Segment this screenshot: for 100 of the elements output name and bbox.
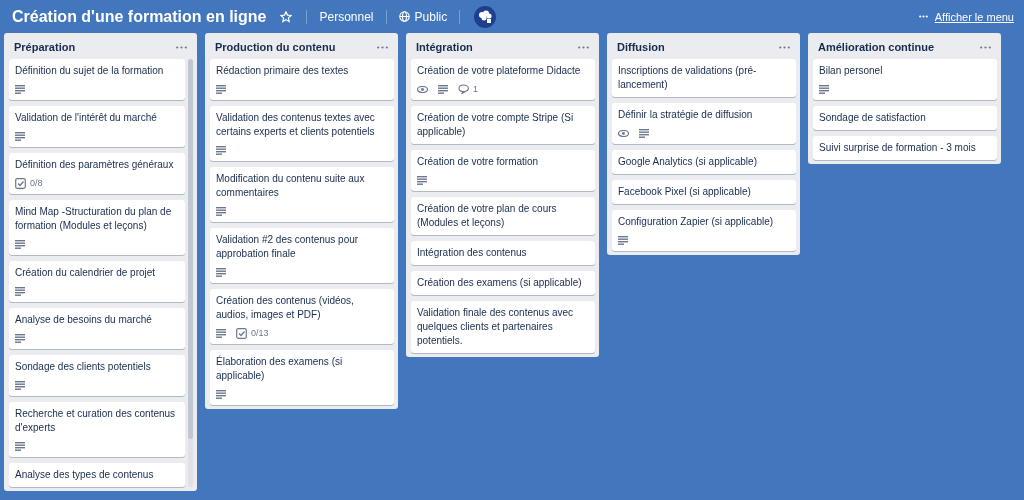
task-card[interactable]: Définition du sujet de la formation <box>9 59 185 100</box>
card-title: Création de votre plateforme Didacte <box>417 64 582 78</box>
task-card[interactable]: Recherche et curation des contenus d'experts <box>9 402 185 457</box>
card-title: Mind Map -Structuration du plan de formation (Modules et leçons) <box>15 205 173 233</box>
task-card[interactable]: Création de votre plateforme Didacte 1 <box>411 59 595 100</box>
description-icon <box>216 84 226 94</box>
description-icon <box>216 145 226 155</box>
task-card[interactable]: Rédaction primaire des textes <box>210 59 394 100</box>
card-title: Bilan personel <box>819 64 884 78</box>
card-title: Création de votre compte Stripe (Si applicable) <box>417 111 575 139</box>
task-card[interactable]: Analyse des types de contenus <box>9 463 185 487</box>
card-title: Création de votre formation <box>417 155 540 169</box>
more-icon[interactable] <box>377 45 388 49</box>
card-title: Validation #2 des contenus pour approbation finale <box>216 233 360 261</box>
star-outline-icon[interactable] <box>280 10 293 23</box>
card-title: Sondage des clients potentiels <box>15 360 152 374</box>
description-icon <box>15 286 25 296</box>
task-card[interactable]: Validation #2 des contenus pour approbation finale <box>210 228 394 283</box>
checklist-count: 0/8 <box>30 178 43 188</box>
description-icon <box>216 267 226 277</box>
task-card[interactable]: Modification du contenu suite aux commentaires <box>210 167 394 222</box>
task-card[interactable]: Inscriptions de validations (pré-lancement) <box>612 59 796 97</box>
task-card[interactable]: Intégration des contenus <box>411 241 595 265</box>
card-title: Intégration des contenus <box>417 246 528 260</box>
card-title: Suivi surprise de formation - 3 mois <box>819 141 977 155</box>
task-card[interactable]: Validation des contenus textes avec certains experts et clients potentiels <box>210 106 394 161</box>
card-title: Définition des paramètres généraux <box>15 158 175 172</box>
list-title[interactable]: Amélioration continue <box>818 41 935 53</box>
task-card[interactable]: Sondage des clients potentiels <box>9 355 185 396</box>
card-title: Définir la stratégie de diffusion <box>618 108 754 122</box>
checklist-icon <box>236 327 247 339</box>
eye-icon <box>417 85 428 93</box>
card-title: Définition du sujet de la formation <box>15 64 165 78</box>
task-card[interactable]: Création de votre formation <box>411 150 595 191</box>
description-icon <box>15 380 25 390</box>
visibility-button[interactable]: Public <box>392 7 454 26</box>
description-icon <box>15 84 25 94</box>
task-card[interactable]: Sondage de satisfaction <box>813 106 997 130</box>
description-icon <box>15 441 25 451</box>
task-card[interactable]: Création des contenus (vidéos, audios, images et PDF) 0/13 <box>210 289 394 344</box>
card-title: Création des examens (si applicable) <box>417 276 583 290</box>
task-card[interactable]: Validation de l'intérêt du marché <box>9 106 185 147</box>
list-title[interactable]: Intégration <box>416 41 473 53</box>
card-title: Sondage de satisfaction <box>819 111 927 125</box>
comment-count: 1 <box>473 84 478 94</box>
eye-icon <box>618 129 629 137</box>
task-card[interactable]: Google Analytics (si applicable) <box>612 150 796 174</box>
task-card[interactable]: Création des examens (si applicable) <box>411 271 595 295</box>
task-card[interactable]: Création du calendrier de projet <box>9 261 185 302</box>
card-title: Validation finale des contenus avec quelques clients et partenaires potentiels. <box>417 306 575 348</box>
avatar-icon[interactable] <box>474 5 497 28</box>
card-title: Validation des contenus textes avec certains experts et clients potentiels <box>216 111 376 139</box>
comment-icon <box>458 84 469 94</box>
task-card[interactable]: Analyse de besoins du marché <box>9 308 185 349</box>
task-card[interactable]: Validation finale des contenus avec quelques clients et partenaires potentiels. <box>411 301 595 353</box>
card-title: Analyse des types de contenus <box>15 468 155 482</box>
description-icon <box>639 128 649 138</box>
description-icon <box>15 131 25 141</box>
card-title: Facebook Pixel (si applicable) <box>618 185 752 199</box>
card-title: Élaboration des examens (si applicable) <box>216 355 344 383</box>
more-icon[interactable] <box>779 45 790 49</box>
task-card[interactable]: Définir la stratégie de diffusion <box>612 103 796 144</box>
task-card[interactable]: Bilan personel <box>813 59 997 100</box>
task-card[interactable]: Création de votre compte Stripe (Si applicable) <box>411 106 595 144</box>
description-icon <box>15 333 25 343</box>
task-card[interactable]: Facebook Pixel (si applicable) <box>612 180 796 204</box>
more-icon <box>918 15 928 18</box>
description-icon <box>216 206 226 216</box>
description-icon <box>819 84 829 94</box>
description-icon <box>15 239 25 249</box>
card-title: Analyse de besoins du marché <box>15 313 153 327</box>
task-card[interactable]: Élaboration des examens (si applicable) <box>210 350 394 405</box>
team-button[interactable]: Personnel <box>313 7 380 26</box>
more-icon[interactable] <box>578 45 589 49</box>
task-card[interactable]: Définition des paramètres généraux 0/8 <box>9 153 185 194</box>
card-title: Rédaction primaire des textes <box>216 64 350 78</box>
description-icon <box>216 389 226 399</box>
card-title: Recherche et curation des contenus d'experts <box>15 407 177 435</box>
show-menu-link[interactable]: Afficher le menu <box>934 10 1014 23</box>
card-title: Création du calendrier de projet <box>15 266 157 280</box>
task-card[interactable]: Mind Map -Structuration du plan de formation (Modules et leçons) <box>9 200 185 255</box>
more-icon[interactable] <box>176 45 187 49</box>
card-title: Google Analytics (si applicable) <box>618 155 758 169</box>
list-title[interactable]: Diffusion <box>617 41 665 53</box>
task-card[interactable]: Suivi surprise de formation - 3 mois <box>813 136 997 160</box>
list-title[interactable]: Préparation <box>14 41 76 53</box>
checklist-count: 0/13 <box>251 328 269 338</box>
description-icon <box>417 175 427 185</box>
card-title: Configuration Zapier (si applicable) <box>618 215 775 229</box>
board-title[interactable]: Création d'une formation en ligne <box>12 7 267 26</box>
list-title[interactable]: Production du contenu <box>215 41 336 53</box>
description-icon <box>438 84 448 94</box>
task-card[interactable]: Création de votre plan de cours (Modules et leçons) <box>411 197 595 235</box>
description-icon <box>216 328 226 338</box>
card-title: Modification du contenu suite aux commentaires <box>216 172 366 200</box>
card-title: Inscriptions de validations (pré-lancement) <box>618 64 758 92</box>
card-title: Création des contenus (vidéos, audios, images et PDF) <box>216 294 355 322</box>
more-icon[interactable] <box>980 45 991 49</box>
description-icon <box>618 235 628 245</box>
task-card[interactable]: Configuration Zapier (si applicable) <box>612 210 796 251</box>
